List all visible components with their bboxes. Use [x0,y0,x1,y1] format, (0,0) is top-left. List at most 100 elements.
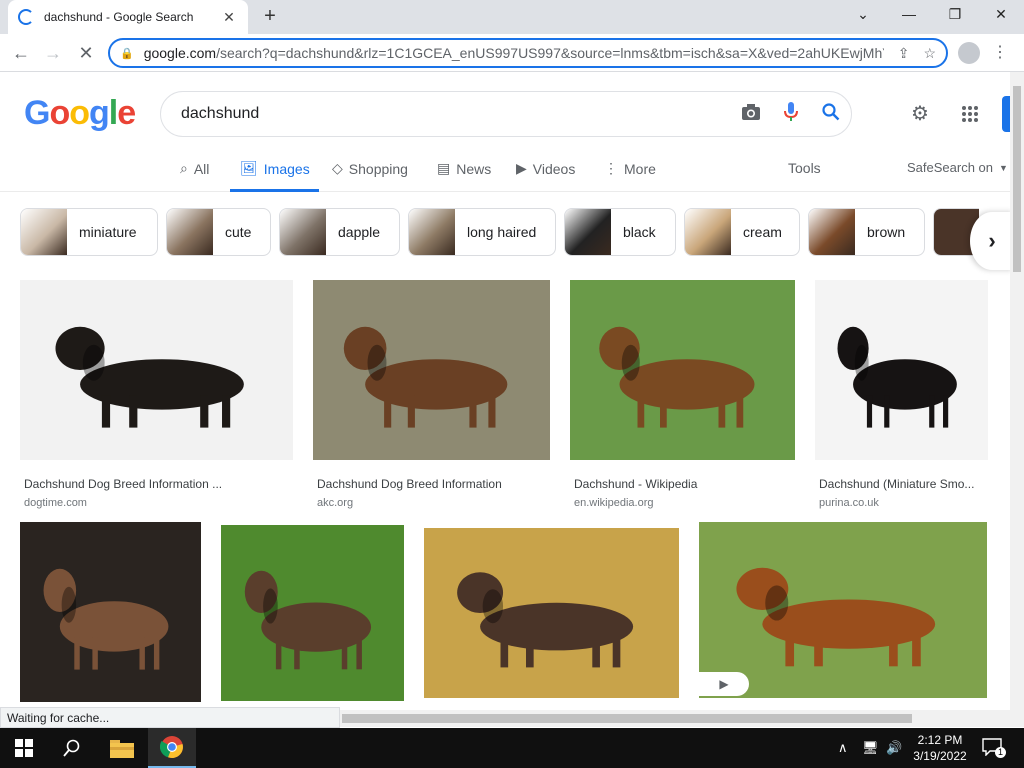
image-icon: 🖼 [240,160,258,176]
result-source[interactable]: purina.co.uk [815,497,988,509]
image-result[interactable]: Dachshund Dog Breed Information akc.org [313,280,550,509]
chips-next-button[interactable]: › [970,212,1014,270]
related-chip[interactable]: cute [166,208,271,256]
image-result[interactable] [221,525,404,706]
caret-down-icon: ▼ [999,162,1008,173]
close-tab-icon[interactable]: ✕ [220,9,238,26]
minimize-button[interactable]: — [886,0,932,30]
result-thumbnail[interactable] [20,522,201,702]
camera-icon[interactable] [731,103,771,126]
vertical-scroll-thumb[interactable] [1013,86,1021,272]
result-title[interactable]: Dachshund (Miniature Smo... [815,477,988,491]
result-thumbnail[interactable] [570,280,795,460]
chip-thumbnail [809,209,855,255]
image-result[interactable]: Dachshund - Wikipedia en.wikipedia.org [570,280,795,509]
forward-button[interactable]: → [40,40,66,66]
search-icon[interactable] [811,102,851,126]
chrome-taskbar-icon[interactable] [148,728,196,768]
new-tab-button[interactable]: + [258,5,282,29]
tab-more[interactable]: ⋮ More [604,160,656,177]
back-button[interactable]: ← [8,40,34,66]
tab-images[interactable]: 🖼 Images [240,160,310,177]
related-chip[interactable]: long haired [408,208,556,256]
more-dots-icon: ⋮ [604,160,618,176]
chip-label: brown [867,224,906,240]
notifications-icon[interactable]: 1 [982,738,1006,758]
share-icon[interactable]: ⇪ [898,45,910,62]
logo-letter: o [49,94,70,132]
tab-videos[interactable]: ▶ Videos [516,160,575,177]
google-logo[interactable]: Google [24,94,136,133]
file-explorer-icon[interactable] [98,728,146,768]
result-title[interactable]: Dachshund Dog Breed Information [313,477,550,491]
result-thumbnail[interactable] [815,280,988,460]
windows-start-button[interactable] [0,728,48,768]
settings-gear-icon[interactable]: ⚙ [907,101,933,127]
result-thumbnail[interactable] [221,525,404,701]
chip-label: cute [225,224,252,240]
tab-images-label: Images [263,160,310,177]
result-thumbnail[interactable] [20,280,293,460]
url-path: /search?q=dachshund&rlz=1C1GCEA_enUS997U… [216,45,884,61]
tools-button[interactable]: Tools [788,160,821,176]
restore-button[interactable]: ❐ [932,0,978,30]
horizontal-scroll-thumb[interactable] [342,714,912,723]
related-chip[interactable]: black [564,208,676,256]
related-chip[interactable]: brown [808,208,925,256]
logo-letter: o [69,94,90,132]
result-thumbnail[interactable] [424,528,679,698]
image-result[interactable]: Dachshund (Miniature Smo... purina.co.uk [815,280,988,509]
address-bar[interactable]: 🔒 google.com/search?q=dachshund&rlz=1C1G… [108,38,948,68]
stop-loading-button[interactable]: ✕ [73,40,99,66]
microphone-icon[interactable] [771,101,811,127]
result-source[interactable]: dogtime.com [20,497,293,509]
close-window-button[interactable]: ✕ [978,0,1024,30]
play-icon: ▶ [516,160,527,176]
related-chip[interactable]: dapple [279,208,400,256]
network-icon[interactable]: 🖥 [862,740,879,756]
address-url[interactable]: google.com/search?q=dachshund&rlz=1C1GCE… [144,45,884,61]
search-box[interactable] [160,91,852,137]
search-input[interactable] [181,105,731,123]
result-thumbnail[interactable] [313,280,550,460]
result-thumbnail[interactable] [699,522,987,698]
result-source[interactable]: en.wikipedia.org [570,497,795,509]
image-result[interactable] [424,528,679,703]
tab-news[interactable]: ▤ News [437,160,491,177]
volume-icon[interactable]: 🔊 [886,740,902,756]
tab-search-button[interactable]: ⌄ [840,0,886,30]
image-result[interactable]: Dachshund Dog Breed Information ... dogti… [20,280,293,509]
tag-icon: ◇ [332,160,343,176]
status-bubble: Waiting for cache... [0,707,340,728]
vertical-scrollbar[interactable] [1010,72,1024,710]
tab-all-label: All [193,160,210,177]
windows-taskbar: ∧ 🖥 🔊 2:12 PM 3/19/2022 1 [0,728,1024,768]
apps-grid-icon[interactable] [957,101,983,127]
profile-avatar[interactable] [958,42,980,64]
tab-strip: dachshund - Google Search ✕ + ⌄ — ❐ ✕ [0,0,1024,34]
tab-shopping[interactable]: ◇ Shopping [332,160,408,177]
browser-tab[interactable]: dachshund - Google Search ✕ [8,0,248,34]
newspaper-icon: ▤ [437,160,451,176]
related-chip[interactable]: cream [684,208,800,256]
image-result[interactable] [20,522,201,707]
result-title[interactable]: Dachshund Dog Breed Information ... [20,477,293,491]
video-play-icon[interactable]: ▶ [699,672,749,696]
bookmark-star-icon[interactable]: ☆ [923,45,936,62]
show-hidden-icons-chevron-icon[interactable]: ∧ [838,740,848,756]
system-clock[interactable]: 2:12 PM 3/19/2022 [905,732,975,764]
tab-all[interactable]: ⌕ All [180,160,209,177]
result-source[interactable]: akc.org [313,497,550,509]
result-title[interactable]: Dachshund - Wikipedia [570,477,795,491]
image-result[interactable]: ▶ [699,522,987,703]
tab-title: dachshund - Google Search [44,10,194,24]
browser-menu-icon[interactable]: ⋮ [992,42,1008,62]
related-chip[interactable]: miniature [20,208,158,256]
url-host: google.com [143,45,217,61]
tools-label: Tools [788,160,821,176]
horizontal-scrollbar[interactable] [340,710,1024,727]
search-icon: ⌕ [180,160,188,176]
taskbar-search-button[interactable] [48,728,96,768]
safesearch-menu[interactable]: SafeSearch on ▼ [907,160,1008,175]
chip-thumbnail [167,209,213,255]
